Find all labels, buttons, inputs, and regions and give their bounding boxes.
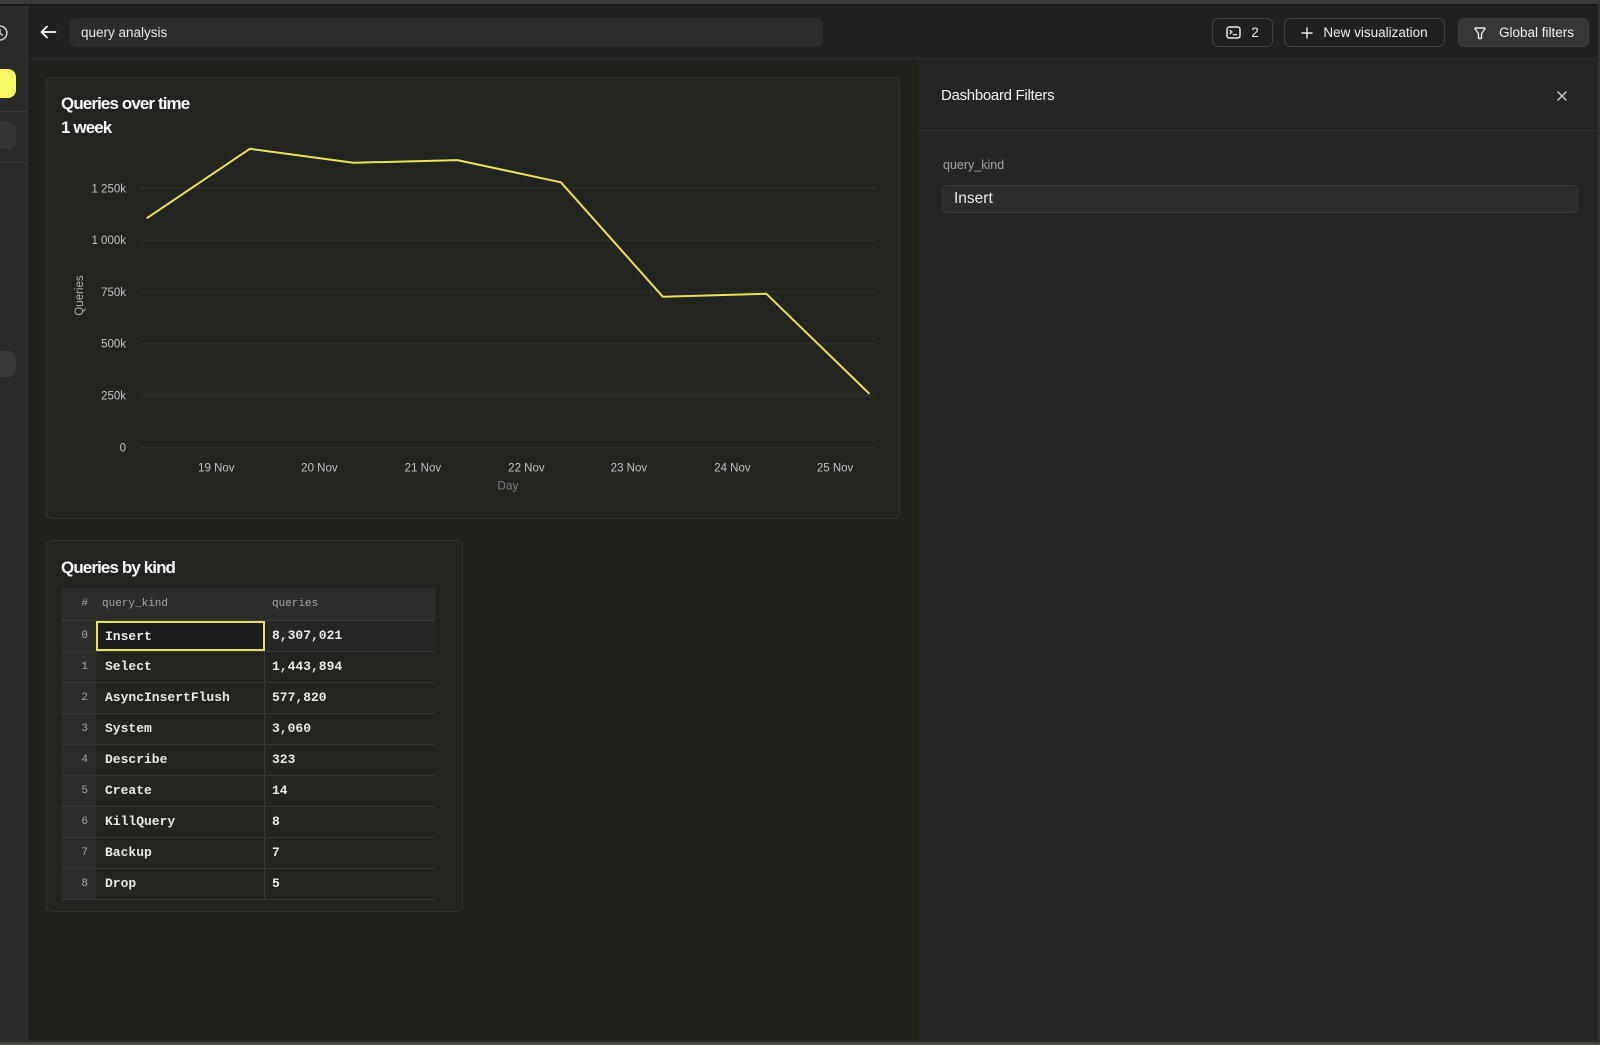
svg-text:24 Nov: 24 Nov bbox=[714, 463, 751, 475]
svg-text:25 Nov: 25 Nov bbox=[817, 463, 854, 475]
svg-text:19 Nov: 19 Nov bbox=[198, 463, 235, 475]
svg-text:23 Nov: 23 Nov bbox=[611, 463, 648, 475]
svg-text:20 Nov: 20 Nov bbox=[301, 463, 338, 475]
svg-text:1 000k: 1 000k bbox=[91, 235, 126, 247]
svg-text:0: 0 bbox=[120, 442, 126, 454]
svg-text:250k: 250k bbox=[101, 391, 126, 403]
svg-text:500k: 500k bbox=[101, 339, 126, 351]
svg-text:21 Nov: 21 Nov bbox=[405, 463, 442, 475]
svg-text:Queries: Queries bbox=[74, 275, 86, 316]
svg-text:22 Nov: 22 Nov bbox=[508, 463, 545, 475]
svg-text:Day: Day bbox=[497, 479, 518, 493]
svg-text:750k: 750k bbox=[101, 287, 126, 299]
svg-text:1 250k: 1 250k bbox=[91, 183, 126, 195]
